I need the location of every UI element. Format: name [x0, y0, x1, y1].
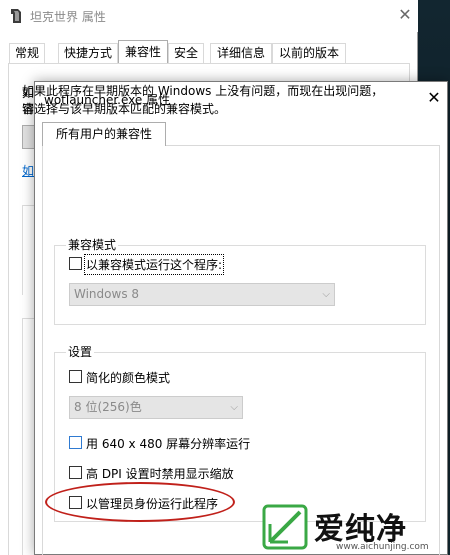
color-depth-select[interactable]: 8 位(256)色 ⌵ — [69, 396, 243, 419]
close-icon[interactable]: ✕ — [423, 87, 445, 109]
back-window-title: 坦克世界 属性 — [30, 10, 106, 24]
back-group-border — [22, 318, 34, 319]
settings-group-label: 设置 — [66, 343, 95, 360]
run-as-admin-label[interactable]: 以管理员身份运行此程序 — [86, 495, 218, 512]
compat-os-select-value: Windows 8 — [74, 287, 140, 301]
compatibility-description: 如果此程序在早期版本的 Windows 上没有问题，而现在出现问题，请选择与该早… — [22, 84, 384, 116]
resolution-640x480-label[interactable]: 用 640 x 480 屏幕分辨率运行 — [86, 435, 250, 452]
compat-mode-checkbox-label[interactable]: 以兼容模式运行这个程序: — [83, 254, 225, 275]
back-group-border — [22, 205, 34, 206]
tab-shortcut[interactable]: 快捷方式 — [58, 43, 118, 64]
compat-mode-group-label: 兼容模式 — [66, 236, 119, 253]
back-help-link[interactable]: 如 — [22, 162, 34, 179]
aichunjing-logo-icon — [262, 504, 308, 550]
back-window-titlebar: 坦克世界 属性 ✕ — [0, 0, 418, 32]
disable-dpi-scaling-label[interactable]: 高 DPI 设置时禁用显示缩放 — [86, 465, 234, 482]
tab-security[interactable]: 安全 — [168, 43, 204, 64]
tab-general[interactable]: 常规 — [9, 43, 45, 64]
reduced-color-checkbox[interactable] — [69, 370, 82, 383]
chevron-down-icon: ⌵ — [322, 289, 330, 300]
back-group-border — [22, 318, 23, 555]
back-group-border — [22, 205, 23, 295]
tab-previous-versions[interactable]: 以前的版本 — [272, 43, 346, 64]
compat-mode-checkbox[interactable] — [69, 257, 82, 270]
reduced-color-label[interactable]: 简化的颜色模式 — [86, 369, 170, 386]
watermark-url: www.aichunjing.com — [336, 542, 429, 552]
compat-os-select[interactable]: Windows 8 ⌵ — [69, 283, 335, 306]
tank-world-app-icon — [11, 9, 21, 23]
tab-compatibility[interactable]: 兼容性 — [118, 40, 168, 64]
resolution-640x480-checkbox[interactable] — [69, 436, 82, 449]
tab-all-users-compatibility[interactable]: 所有用户的兼容性 — [42, 122, 166, 146]
color-depth-select-value: 8 位(256)色 — [74, 400, 142, 414]
disable-dpi-scaling-checkbox[interactable] — [69, 466, 82, 479]
tab-details[interactable]: 详细信息 — [210, 43, 272, 64]
aichunjing-watermark: 爱纯净 www.aichunjing.com — [262, 504, 450, 555]
chevron-down-icon: ⌵ — [230, 402, 238, 413]
close-icon[interactable]: ✕ — [394, 4, 416, 26]
run-as-admin-checkbox[interactable] — [69, 496, 82, 509]
back-tab-bar: 常规 快捷方式 兼容性 安全 详细信息 以前的版本 — [0, 40, 418, 64]
